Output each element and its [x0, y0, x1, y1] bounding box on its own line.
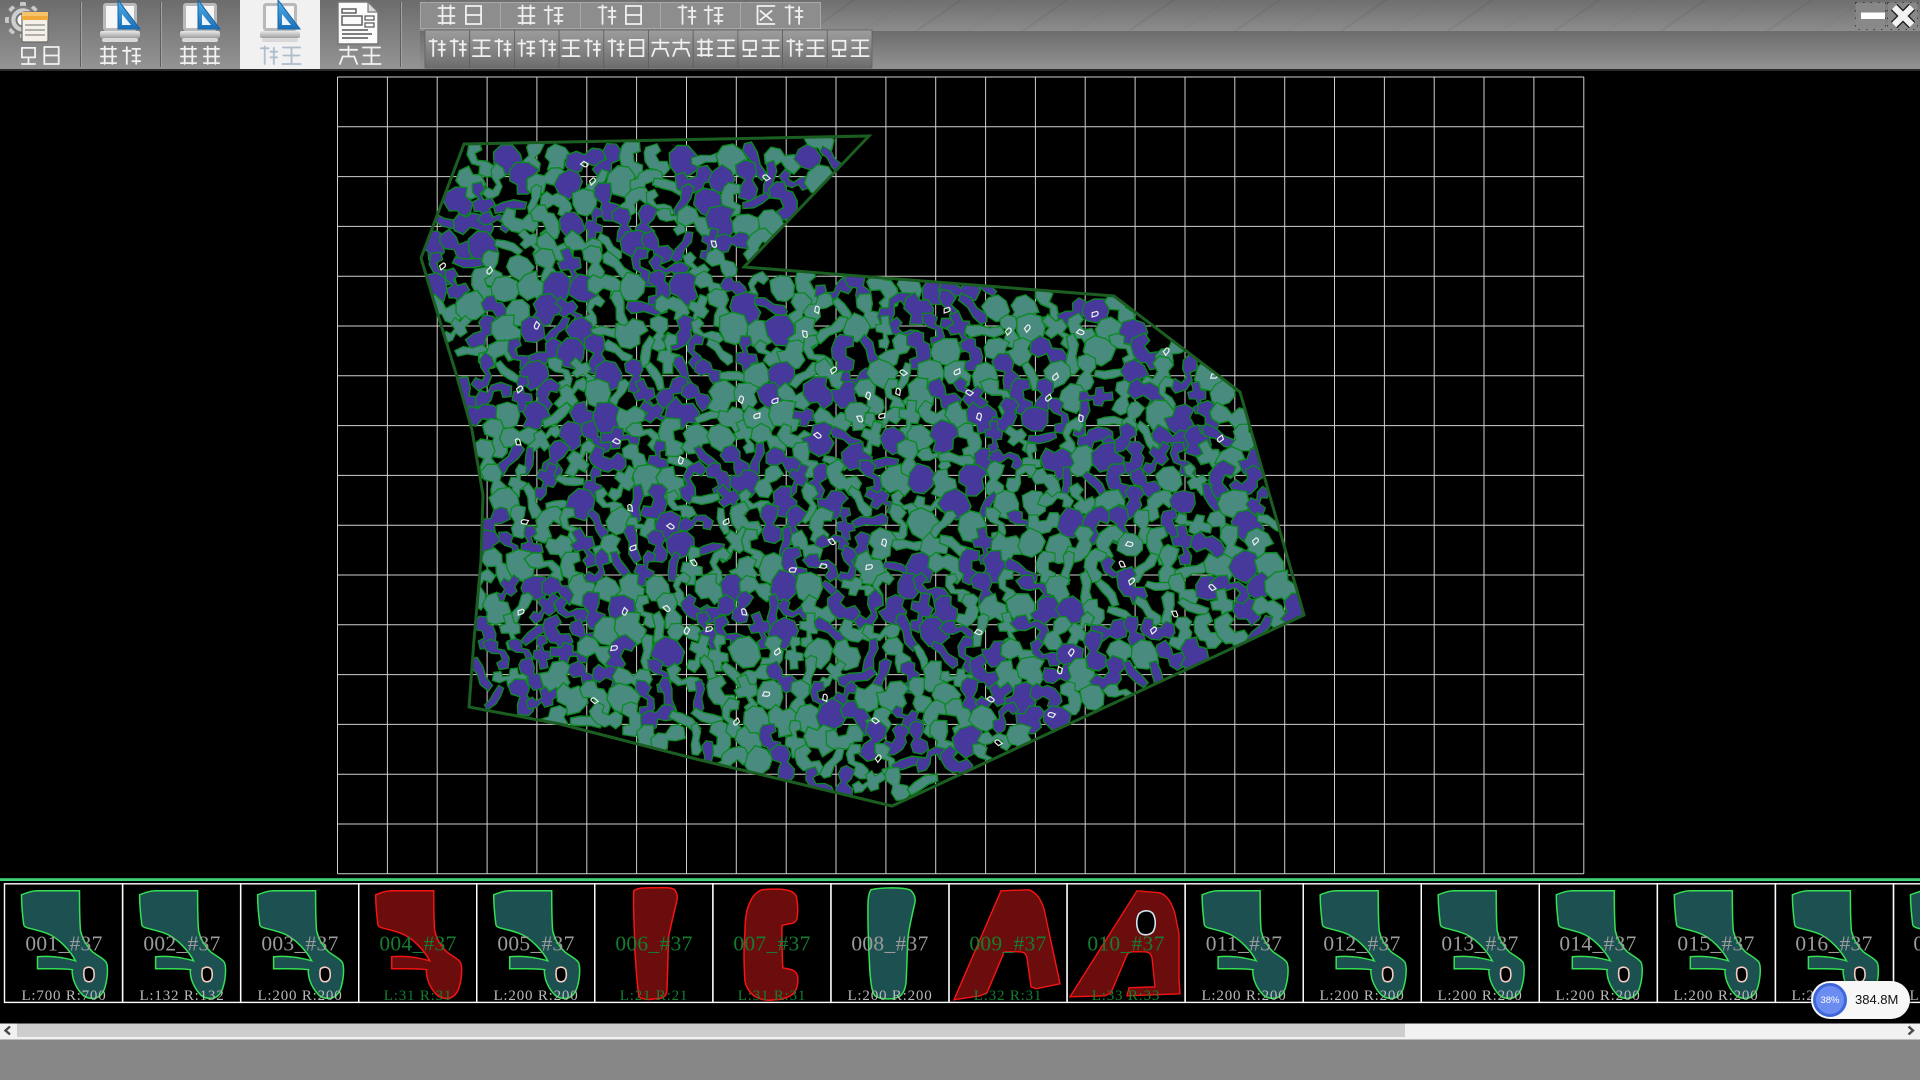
svg-text:003_#37: 003_#37 — [261, 932, 338, 956]
svg-text:013_#37: 013_#37 — [1441, 932, 1518, 956]
svg-text:L:200 R:200: L:200 R:200 — [1319, 988, 1404, 1004]
svg-text:L:200 R:200: L:200 R:200 — [1201, 988, 1286, 1004]
svg-text:008_#37: 008_#37 — [851, 932, 928, 956]
svg-text:005_#37: 005_#37 — [497, 932, 574, 956]
svg-text:L:200 R:200: L:200 R:200 — [257, 988, 342, 1004]
svg-text:L:31 R:31: L:31 R:31 — [738, 988, 806, 1004]
svg-text:L:33 R:33: L:33 R:33 — [1092, 988, 1160, 1004]
svg-text:001_#37: 001_#37 — [25, 932, 102, 956]
svg-text:004_#37: 004_#37 — [379, 932, 456, 956]
svg-text:010_#37: 010_#37 — [1087, 932, 1164, 956]
svg-text:002_#37: 002_#37 — [143, 932, 220, 956]
svg-text:L:200 R:200: L:200 R:200 — [847, 988, 932, 1004]
svg-text:L:21 R:21: L:21 R:21 — [620, 988, 688, 1004]
svg-text:L:700 R:700: L:700 R:700 — [21, 988, 106, 1004]
svg-text:L:132 R:132: L:132 R:132 — [139, 988, 224, 1004]
svg-text:014_#37: 014_#37 — [1559, 932, 1636, 956]
svg-text:L:200 R:200: L:200 R:200 — [1673, 988, 1758, 1004]
svg-text:016_#37: 016_#37 — [1795, 932, 1872, 956]
svg-text:009_#37: 009_#37 — [969, 932, 1046, 956]
svg-text:L:32 R:31: L:32 R:31 — [974, 988, 1042, 1004]
svg-text:017_#37: 017_#37 — [1913, 932, 1920, 956]
svg-text:L:200 R:200: L:200 R:200 — [493, 988, 578, 1004]
svg-text:015_#37: 015_#37 — [1677, 932, 1754, 956]
svg-text:L:200 R:200: L:200 R:200 — [1555, 988, 1640, 1004]
svg-text:011_#37: 011_#37 — [1206, 932, 1283, 956]
svg-text:L:200 R:200: L:200 R:200 — [1909, 988, 1920, 1004]
svg-text:012_#37: 012_#37 — [1323, 932, 1400, 956]
svg-text:L:31 R:31: L:31 R:31 — [384, 988, 452, 1004]
svg-text:007_#37: 007_#37 — [733, 932, 810, 956]
svg-text:006_#37: 006_#37 — [615, 932, 692, 956]
svg-text:L:200 R:200: L:200 R:200 — [1437, 988, 1522, 1004]
